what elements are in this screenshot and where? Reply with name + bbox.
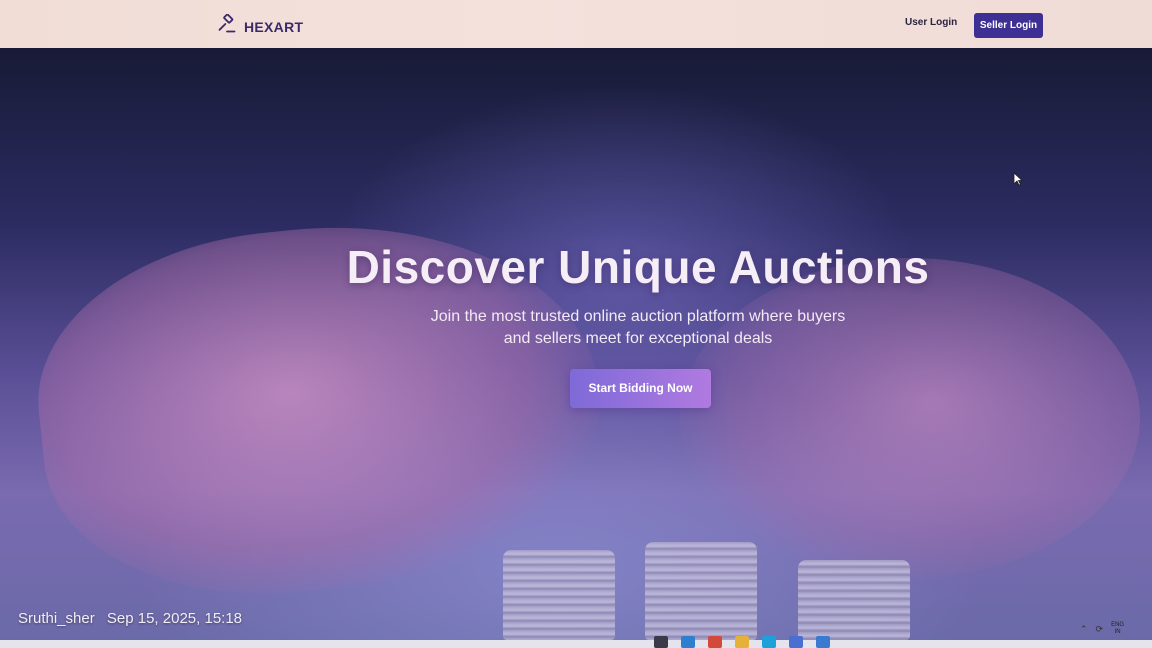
folder-icon[interactable] (735, 636, 749, 648)
mouse-cursor-icon (1013, 172, 1024, 191)
brand-logo[interactable]: HEXART (217, 13, 304, 39)
hero-subtitle: Join the most trusted online auction pla… (0, 306, 1152, 350)
gavel-icon (217, 13, 237, 39)
chevron-up-icon[interactable]: ⌃ (1080, 624, 1088, 635)
system-tray: ⌃ ⟳ ENG IN (1080, 622, 1124, 636)
top-navbar: HEXART User Login Seller Login (0, 0, 1152, 48)
hero-subtitle-line1: Join the most trusted online auction pla… (430, 308, 846, 325)
coin-stack (798, 560, 910, 640)
hero-subtitle-line2: and sellers meet for exceptional deals (503, 330, 773, 347)
photo-watermark: Sruthi_sher Sep 15, 2025, 15:18 (18, 610, 250, 627)
start-bidding-button[interactable]: Start Bidding Now (570, 369, 711, 408)
watermark-username: Sruthi_sher (18, 610, 95, 627)
store-icon[interactable] (789, 636, 803, 648)
app-icon[interactable] (681, 636, 695, 648)
coin-stack (503, 550, 615, 640)
refresh-icon[interactable]: ⟳ (1096, 624, 1104, 635)
watermark-timestamp: Sep 15, 2025, 15:18 (106, 610, 243, 627)
taskbar-icons (654, 636, 830, 648)
user-login-link[interactable]: User Login (905, 17, 957, 28)
coin-stack (645, 542, 757, 640)
app-icon[interactable] (816, 636, 830, 648)
edge-icon[interactable] (762, 636, 776, 648)
app-icon[interactable] (708, 636, 722, 648)
language-indicator[interactable]: ENG IN (1111, 622, 1124, 636)
brand-name: HEXART (244, 18, 304, 35)
taskbar (0, 640, 1152, 648)
hero-title: Discover Unique Auctions (346, 241, 930, 293)
search-icon[interactable] (654, 636, 668, 648)
seller-login-button[interactable]: Seller Login (974, 13, 1043, 38)
